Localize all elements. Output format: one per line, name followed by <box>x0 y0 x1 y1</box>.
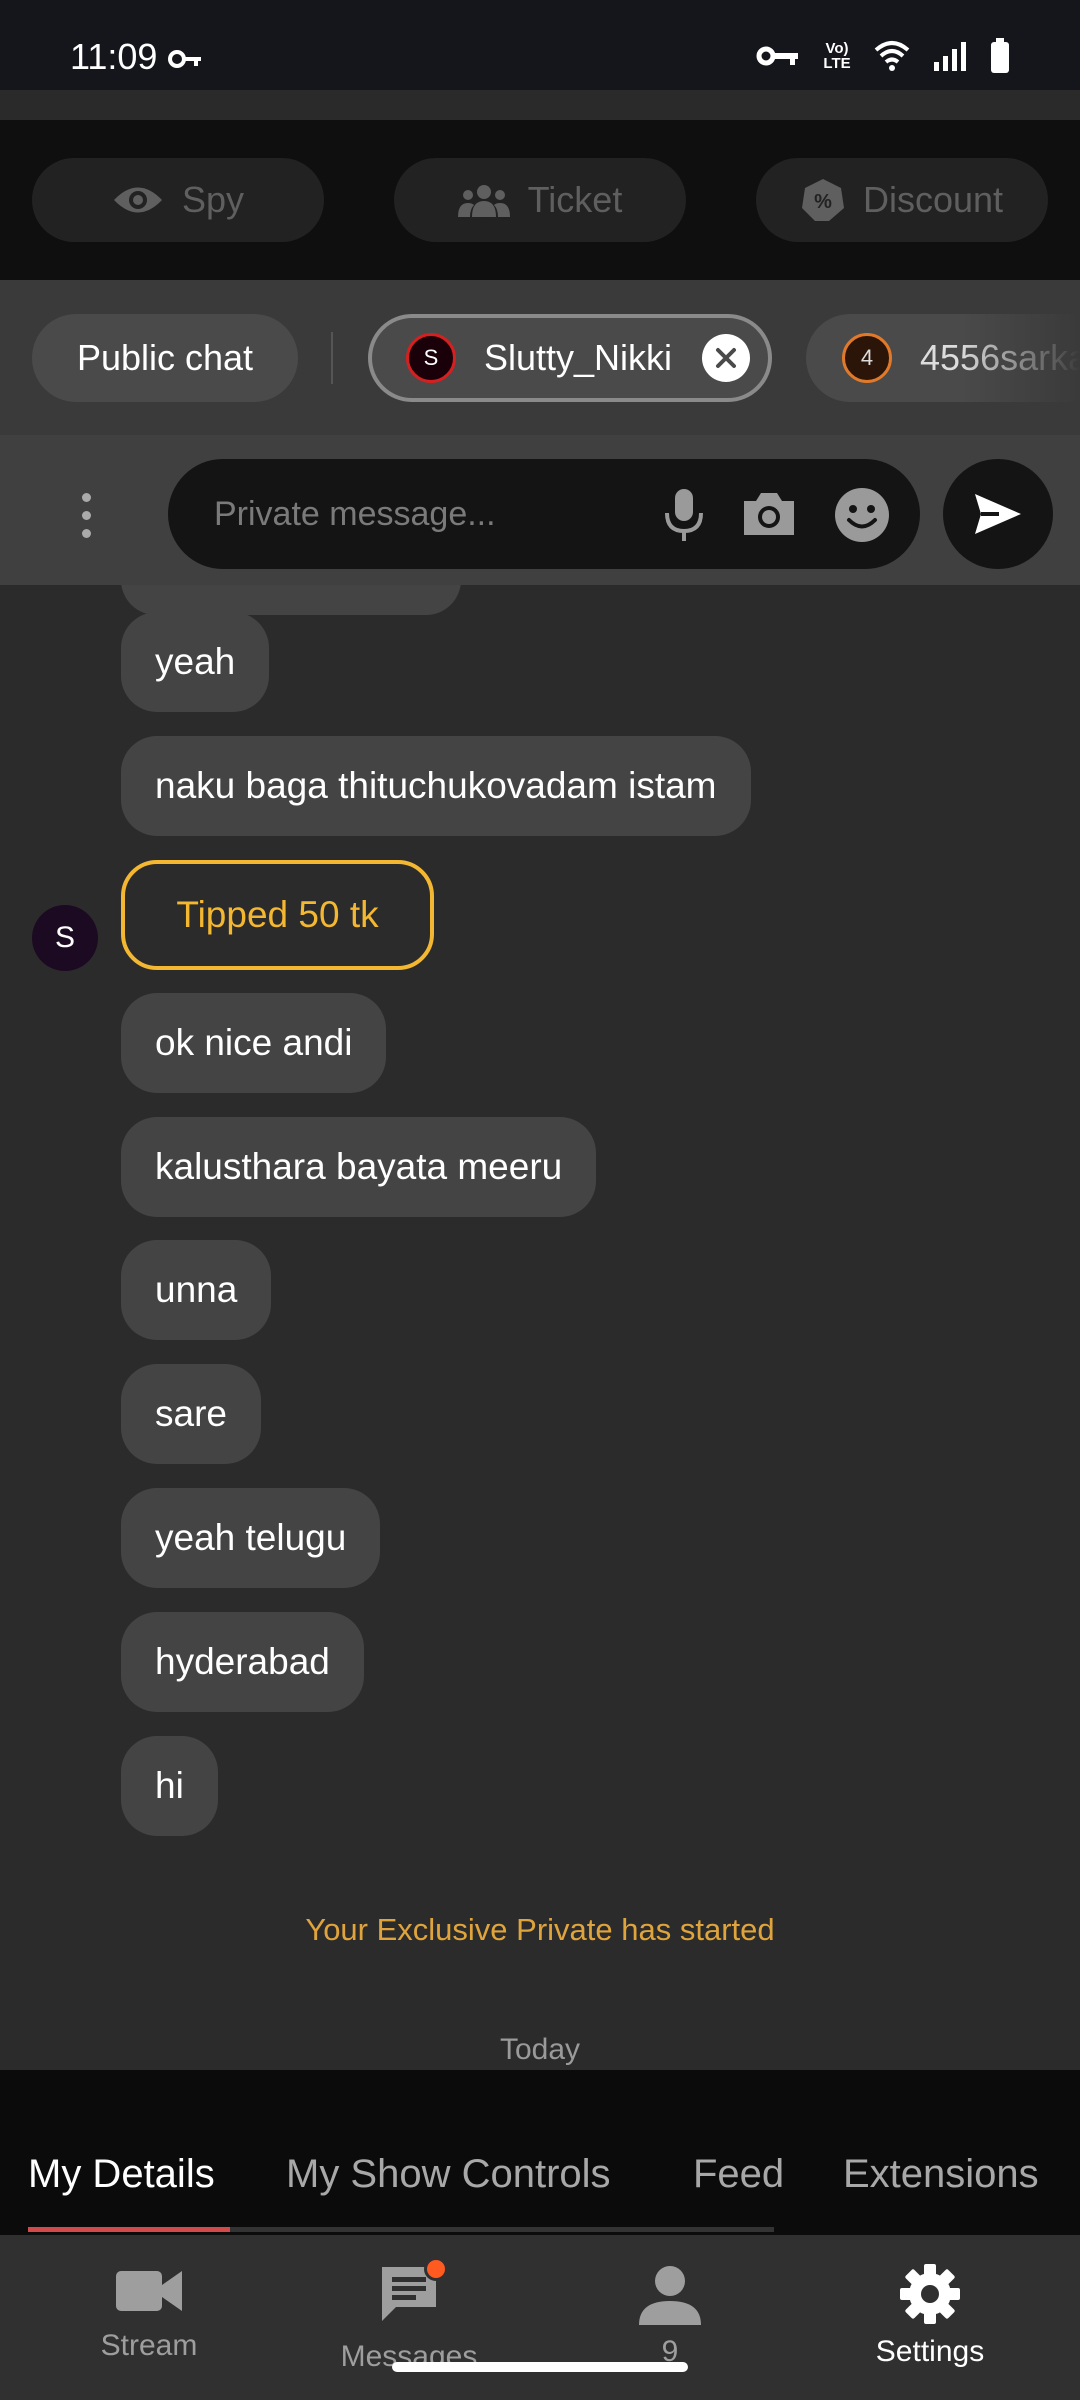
emoji-icon[interactable] <box>834 487 890 543</box>
svg-text:%: % <box>814 191 832 213</box>
date-separator: Today <box>499 2033 581 2066</box>
wifi-icon <box>874 41 910 71</box>
discount-label: Discount <box>862 179 1004 220</box>
eye-icon <box>113 187 162 213</box>
percent-badge-icon: % <box>801 179 844 221</box>
volte-icon: Vo) LTE <box>823 40 851 72</box>
vpn-key-icon <box>756 46 798 66</box>
tab-extensions[interactable]: Extensions <box>843 2152 1039 2197</box>
ticket-label: Ticket <box>527 179 623 220</box>
active-tab-indicator <box>28 2227 230 2232</box>
avatar: 4 <box>842 333 892 383</box>
nav-label: Settings <box>875 2335 985 2368</box>
message-bubble: kalusthara bayata meeru <box>121 1117 597 1217</box>
microphone-icon[interactable] <box>662 487 706 543</box>
chat-tabs: Public chat S Slutty_Nikki 4 4556sarkar <box>0 280 1080 435</box>
ticket-button[interactable]: Ticket <box>394 158 686 242</box>
message-bubble: hi <box>121 1736 218 1836</box>
message-bubble <box>121 585 461 615</box>
spy-button[interactable]: Spy <box>32 158 324 242</box>
tip-message: Tipped 50 tk <box>121 860 434 970</box>
message-bubble: yeah <box>121 612 270 712</box>
video-camera-icon <box>116 2271 182 2311</box>
bottom-navigation: Stream Messages 9 Settings <box>0 2235 1080 2400</box>
camera-icon[interactable] <box>740 489 798 539</box>
send-button[interactable] <box>943 459 1053 569</box>
gear-icon <box>900 2264 960 2324</box>
more-options-icon[interactable] <box>82 493 91 538</box>
tabs-fade-overlay <box>960 280 1080 435</box>
header-strip <box>0 90 1080 120</box>
person-icon <box>639 2266 701 2325</box>
sender-avatar: S <box>32 905 98 971</box>
tab-user-name: Slutty_Nikki <box>484 337 673 378</box>
message-bubble: yeah telugu <box>121 1488 381 1588</box>
message-composer <box>0 435 1080 585</box>
close-tab-button[interactable] <box>702 334 750 382</box>
status-time: 11:09 <box>70 36 158 77</box>
nav-stream[interactable]: Stream <box>49 2263 249 2363</box>
spy-label: Spy <box>181 179 245 220</box>
battery-icon <box>991 38 1009 73</box>
tab-public-chat[interactable]: Public chat <box>32 314 298 402</box>
discount-button[interactable]: % Discount <box>756 158 1048 242</box>
top-actions-bar: Spy Ticket % Discount <box>0 120 1080 280</box>
message-bubble: sare <box>121 1364 261 1464</box>
tab-divider <box>331 332 333 384</box>
close-icon <box>716 348 736 368</box>
signal-icon <box>934 42 966 71</box>
avatar: S <box>406 333 456 383</box>
nav-label: Stream <box>100 2329 198 2362</box>
message-bubble: hyderabad <box>121 1612 364 1712</box>
status-icons: Vo) LTE <box>756 38 1010 74</box>
section-tabs: My Details My Show Controls Feed Extensi… <box>0 2070 1080 2235</box>
notification-badge <box>424 2257 448 2281</box>
system-notice: Your Exclusive Private has started <box>305 1912 775 1947</box>
tab-feed[interactable]: Feed <box>693 2152 784 2197</box>
private-message-input[interactable] <box>214 459 634 569</box>
message-bubble: unna <box>121 1240 272 1340</box>
tab-my-details[interactable]: My Details <box>28 2152 215 2197</box>
home-indicator[interactable] <box>392 2362 688 2372</box>
message-bubble: naku baga thituchukovadam istam <box>121 736 751 836</box>
vpn-key-icon <box>168 50 201 68</box>
nav-profile[interactable]: 9 <box>570 2263 770 2369</box>
message-bubble: ok nice andi <box>121 993 387 1093</box>
send-icon <box>975 494 1021 534</box>
message-list[interactable]: yeah naku baga thituchukovadam istam S T… <box>0 585 1080 2070</box>
nav-messages[interactable]: Messages <box>309 2257 509 2374</box>
nav-settings[interactable]: Settings <box>830 2263 1030 2369</box>
tab-my-show-controls[interactable]: My Show Controls <box>286 2152 611 2197</box>
group-icon <box>457 185 510 217</box>
tab-private-chat-active[interactable]: S Slutty_Nikki <box>368 314 772 402</box>
message-input-container <box>168 459 920 569</box>
